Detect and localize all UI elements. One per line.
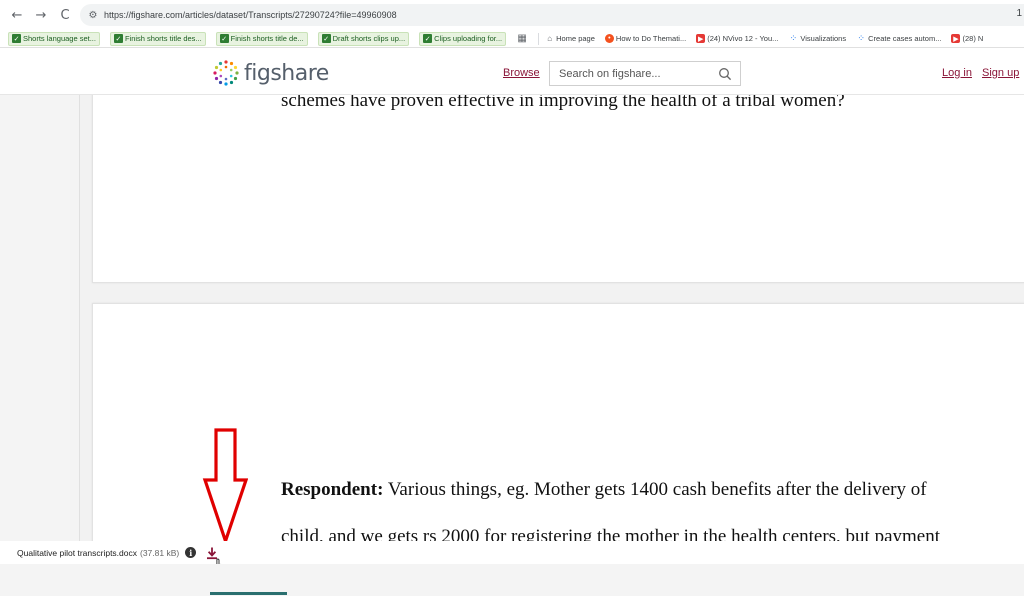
back-button[interactable]: ← <box>6 4 28 26</box>
bookmarks-bar: ✓ Shorts language set... ✓ Finish shorts… <box>0 30 1024 48</box>
checkbox-icon: ✓ <box>423 34 433 43</box>
search-icon[interactable] <box>718 67 732 81</box>
bookmark-label: Clips uploading for... <box>434 34 503 43</box>
figshare-logo-icon <box>213 60 239 86</box>
bookmark-label: (24) NVivo 12 - You... <box>707 34 779 43</box>
url-field[interactable]: ⚙ https://figshare.com/articles/dataset/… <box>80 4 1024 26</box>
bookmark-item[interactable]: ✓ Draft shorts clips up... <box>317 31 410 46</box>
browser-address-bar: ← → C ⚙ https://figshare.com/articles/da… <box>0 0 1024 30</box>
site-header: figshare Browse Log in Sign up <box>0 49 1024 95</box>
bookmark-item[interactable]: ▶ (24) NVivo 12 - You... <box>696 32 778 46</box>
search-box[interactable] <box>549 61 741 86</box>
search-input[interactable] <box>559 67 709 80</box>
respondent-label: Respondent: <box>281 479 384 500</box>
browse-link[interactable]: Browse <box>503 67 540 79</box>
viewer-left-rail <box>0 95 80 541</box>
bookmark-label: Create cases autom... <box>868 34 942 43</box>
file-size: (37.81 kB) <box>140 547 180 558</box>
document-viewer[interactable]: schemes have proven effective in improvi… <box>0 95 1024 541</box>
bookmark-item[interactable]: ▶ (28) N <box>951 32 983 46</box>
reload-button[interactable]: C <box>54 4 76 26</box>
checkbox-icon: ✓ <box>219 34 229 43</box>
bookmark-label: Home page <box>556 34 595 43</box>
bookmark-separator <box>538 32 540 45</box>
document-text-line: Respondent: Various things, eg. Mother g… <box>281 479 927 501</box>
visualizations-icon: ⁘ <box>857 33 865 43</box>
site-icon: • <box>604 34 614 43</box>
address-bar-right-glyph: 1 <box>1016 8 1022 19</box>
bookmark-item[interactable]: ✓ Finish shorts title de... <box>215 31 308 46</box>
document-text-line: child, and we gets rs 2000 for registeri… <box>281 526 941 541</box>
document-text-line: schemes have proven effective in improvi… <box>281 95 845 111</box>
apps-button[interactable]: ▦ <box>516 32 530 46</box>
figshare-logo[interactable]: figshare <box>211 58 329 88</box>
bookmark-item[interactable]: ✓ Finish shorts title des... <box>109 31 206 46</box>
checkbox-icon: ✓ <box>12 34 21 43</box>
signup-link[interactable]: Sign up <box>982 67 1019 79</box>
file-name: Qualitative pilot transcripts.docx <box>17 547 137 558</box>
checkbox-icon: ✓ <box>321 34 331 43</box>
figshare-wordmark: figshare <box>244 60 329 86</box>
home-icon: ⌂ <box>547 34 553 43</box>
login-link[interactable]: Log in <box>942 67 972 79</box>
bookmark-label: Visualizations <box>800 34 847 43</box>
youtube-icon: ▶ <box>696 34 706 43</box>
forward-button[interactable]: → <box>30 4 52 26</box>
bottom-bar <box>0 564 1024 596</box>
active-tab-indicator <box>210 592 287 595</box>
red-arrow-annotation-icon <box>202 428 248 544</box>
info-icon[interactable]: i <box>185 547 197 558</box>
bookmark-item[interactable]: ✓ Clips uploading for... <box>419 31 507 46</box>
document-page: schemes have proven effective in improvi… <box>92 95 1024 283</box>
apps-grid-icon: ▦ <box>517 33 527 44</box>
bookmark-label: Finish shorts title des... <box>124 34 202 43</box>
bookmark-item[interactable]: ⌂ Home page <box>545 32 595 46</box>
bookmark-item[interactable]: ✓ Shorts language set... <box>8 31 100 46</box>
bookmark-label: Draft shorts clips up... <box>332 34 406 43</box>
bookmark-label: Shorts language set... <box>23 34 96 43</box>
bookmark-label: Finish shorts title de... <box>230 34 304 43</box>
bookmark-item[interactable]: ⁘ Visualizations <box>788 32 847 46</box>
youtube-icon: ▶ <box>951 34 961 43</box>
visualizations-icon: ⁘ <box>789 33 798 43</box>
bookmark-item[interactable]: • How to Do Themati... <box>604 32 687 46</box>
bookmark-item[interactable]: ⁘ Create cases autom... <box>856 32 941 46</box>
site-settings-icon[interactable]: ⚙ <box>84 6 102 24</box>
bookmark-label: (28) N <box>962 34 984 43</box>
bookmark-label: How to Do Themati... <box>615 34 687 43</box>
respondent-answer: Various things, eg. Mother gets 1400 cas… <box>383 479 927 500</box>
url-text: https://figshare.com/articles/dataset/Tr… <box>104 10 397 20</box>
checkbox-icon: ✓ <box>113 34 123 43</box>
file-info-bar: Qualitative pilot transcripts.docx (37.8… <box>0 541 1024 564</box>
